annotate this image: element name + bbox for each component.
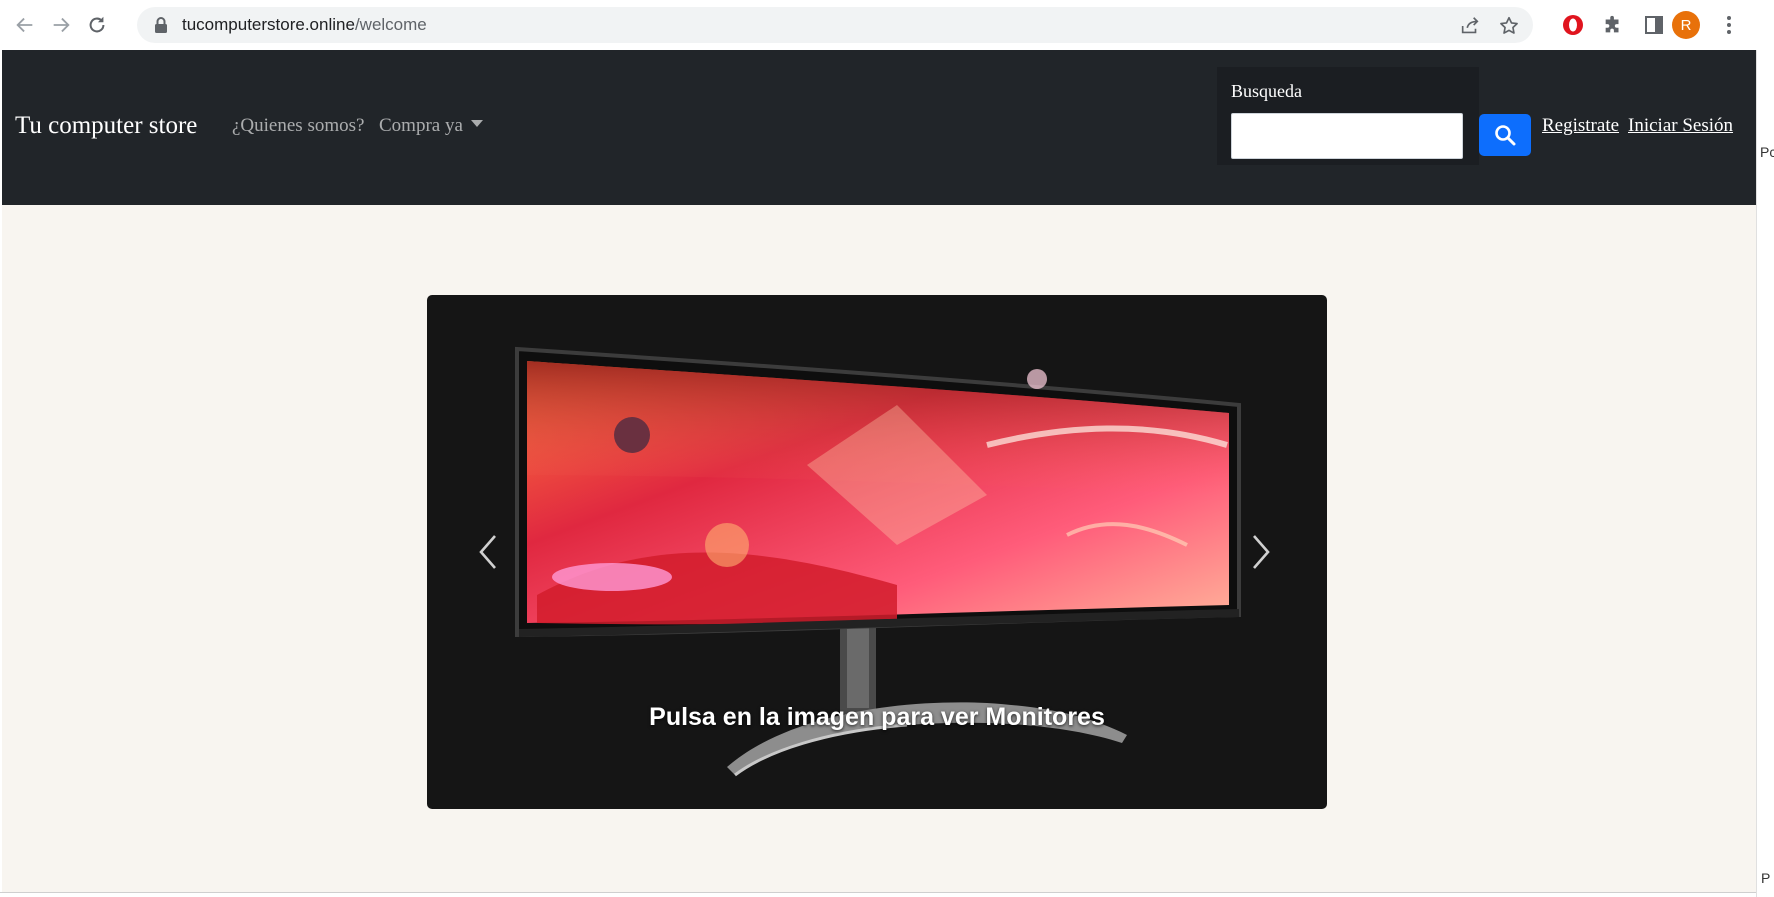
- url-text: tucomputerstore.online/welcome: [182, 15, 427, 35]
- search-input[interactable]: [1231, 113, 1463, 159]
- lock-icon: [155, 17, 167, 33]
- browser-toolbar: tucomputerstore.online/welcome R: [0, 0, 1774, 50]
- url-host: tucomputerstore.online: [182, 15, 355, 34]
- adjacent-page-edge: Pc P: [1756, 50, 1774, 897]
- search-label: Busqueda: [1231, 81, 1302, 101]
- chevron-left-icon: [479, 535, 496, 569]
- kebab-menu-icon[interactable]: [1716, 12, 1742, 38]
- page-bottom-edge: [0, 892, 1756, 897]
- site-navbar: Tu computer store ¿Quienes somos? Compra…: [2, 50, 1756, 205]
- search-icon: [1495, 125, 1516, 146]
- edge-fragment-bottom: P: [1761, 870, 1771, 886]
- carousel-caption: Pulsa en la imagen para ver Monitores: [649, 703, 1105, 731]
- brand-logo[interactable]: Tu computer store: [15, 112, 197, 140]
- product-carousel[interactable]: Pulsa en la imagen para ver Monitores: [427, 295, 1327, 809]
- forward-arrow-icon[interactable]: [46, 9, 76, 41]
- search-button[interactable]: [1479, 114, 1531, 156]
- profile-avatar[interactable]: R: [1672, 11, 1700, 39]
- puzzle-extensions-icon[interactable]: [1600, 12, 1626, 38]
- share-icon[interactable]: [1459, 15, 1481, 37]
- login-link[interactable]: Iniciar Sesión: [1628, 115, 1733, 137]
- star-icon[interactable]: [1498, 15, 1520, 37]
- url-path: /welcome: [354, 15, 427, 34]
- address-bar[interactable]: tucomputerstore.online/welcome: [137, 7, 1533, 43]
- back-arrow-icon[interactable]: [10, 9, 40, 41]
- nav-link-quienes-somos[interactable]: ¿Quienes somos?: [232, 115, 364, 137]
- register-link[interactable]: Registrate: [1542, 115, 1619, 137]
- opera-extension-icon[interactable]: [1560, 12, 1586, 38]
- nav-dropdown-label: Compra ya: [379, 115, 463, 136]
- carousel-next-button[interactable]: [1239, 525, 1283, 579]
- caret-down-icon: [470, 120, 483, 127]
- reload-icon[interactable]: [82, 9, 112, 41]
- chevron-right-icon: [1253, 535, 1270, 569]
- nav-dropdown-compra-ya[interactable]: Compra ya: [379, 115, 483, 137]
- carousel-prev-button[interactable]: [466, 525, 510, 579]
- side-panel-icon[interactable]: [1641, 12, 1667, 38]
- edge-fragment-top: Pc: [1760, 144, 1774, 160]
- search-panel: Busqueda: [1217, 67, 1479, 165]
